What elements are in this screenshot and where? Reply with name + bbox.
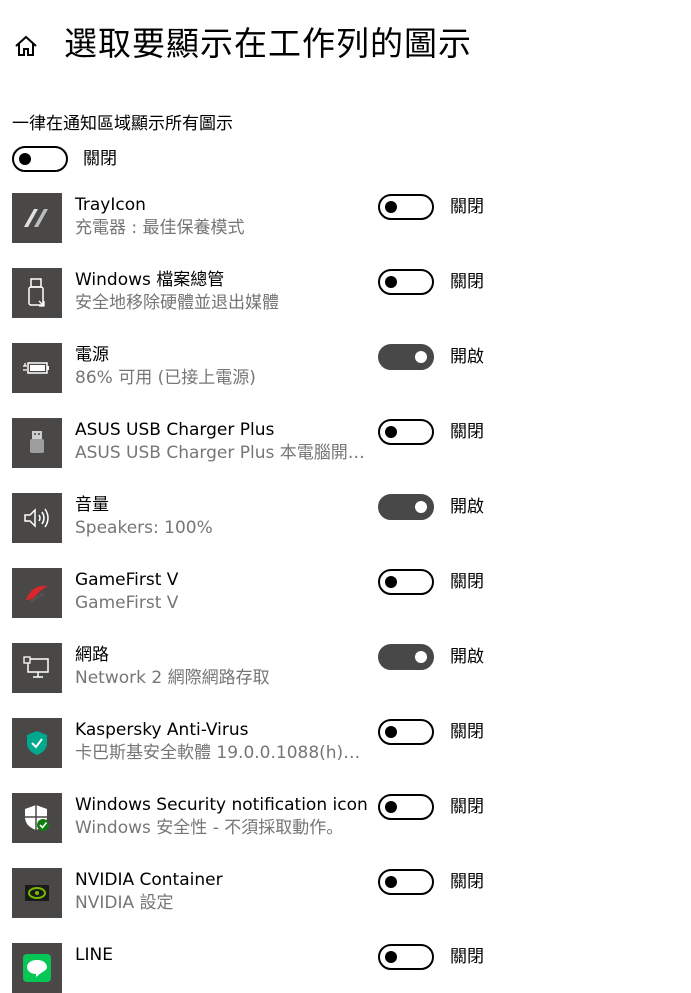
visibility-toggle[interactable] <box>378 644 434 670</box>
tray-icon-row: ASUS USB Charger Plus ASUS USB Charger Pl… <box>0 414 691 468</box>
toggle-state-label: 開啟 <box>450 647 484 667</box>
app-description: 充電器 : 最佳保養模式 <box>75 218 245 238</box>
toggle-knob <box>415 351 427 363</box>
visibility-toggle[interactable] <box>378 944 434 970</box>
app-description: GameFirst V <box>75 593 179 613</box>
toggle-state-label: 關閉 <box>450 872 484 892</box>
always-show-all-state: 關閉 <box>83 149 117 169</box>
tray-icon-row: TrayIcon 充電器 : 最佳保養模式 關閉 <box>0 189 691 243</box>
app-description: Windows 安全性 - 不須採取動作。 <box>75 818 344 838</box>
tray-icon-row: Windows Security notification icon Window… <box>0 789 691 843</box>
tray-icon-row: LINE 關閉 <box>0 939 691 993</box>
visibility-toggle[interactable] <box>378 494 434 520</box>
visibility-toggle[interactable] <box>378 194 434 220</box>
app-name: 音量 <box>75 495 109 515</box>
network-icon <box>12 643 62 693</box>
toggle-knob <box>385 726 397 738</box>
toggle-knob <box>385 951 397 963</box>
app-description: 卡巴斯基安全軟體 19.0.0.1088(h) 資... <box>75 743 365 763</box>
gamefirst-icon <box>12 568 62 618</box>
tray-icon-row: 網路 Network 2 網際網路存取 開啟 <box>0 639 691 693</box>
security-shield-icon <box>12 793 62 843</box>
app-name: LINE <box>75 945 113 965</box>
toggle-state-label: 關閉 <box>450 572 484 592</box>
toggle-state-label: 關閉 <box>450 722 484 742</box>
visibility-toggle[interactable] <box>378 344 434 370</box>
app-description: Network 2 網際網路存取 <box>75 668 270 688</box>
home-icon[interactable] <box>13 33 39 59</box>
app-description: ASUS USB Charger Plus 本電腦開關... <box>75 443 365 463</box>
speaker-icon <box>12 493 62 543</box>
toggle-state-label: 開啟 <box>450 497 484 517</box>
app-name: Kaspersky Anti-Virus <box>75 720 249 740</box>
toggle-knob <box>415 501 427 513</box>
app-description: 86% 可用 (已接上電源) <box>75 368 256 388</box>
tray-icon-row: Windows 檔案總管安全地移除硬體並退出媒體 關閉 <box>0 264 691 318</box>
app-name: TrayIcon <box>75 195 146 215</box>
app-name: ASUS USB Charger Plus <box>75 420 275 440</box>
toggle-knob <box>385 201 397 213</box>
toggle-knob <box>385 876 397 888</box>
tray-icon-row: GameFirst V GameFirst V 關閉 <box>0 564 691 618</box>
tray-icon-row: 電源 86% 可用 (已接上電源) 開啟 <box>0 339 691 393</box>
tray-icon-row: 音量 Speakers: 100% 開啟 <box>0 489 691 543</box>
toggle-knob <box>385 276 397 288</box>
toggle-knob <box>385 801 397 813</box>
visibility-toggle[interactable] <box>378 269 434 295</box>
app-name: Windows Security notification icon <box>75 795 368 815</box>
visibility-toggle[interactable] <box>378 869 434 895</box>
page-title: 選取要顯示在工作列的圖示 <box>64 24 472 63</box>
line-icon <box>12 943 62 993</box>
tray-icon-row: NVIDIA Container NVIDIA 設定 關閉 <box>0 864 691 918</box>
toggle-state-label: 關閉 <box>450 947 484 967</box>
toggle-knob <box>385 426 397 438</box>
kaspersky-icon <box>12 718 62 768</box>
toggle-state-label: 關閉 <box>450 422 484 442</box>
usb-drive-icon <box>12 268 62 318</box>
always-show-all-label: 一律在通知區域顯示所有圖示 <box>12 114 233 134</box>
toggle-knob <box>19 153 31 165</box>
nvidia-icon <box>12 868 62 918</box>
app-name: Windows 檔案總管 <box>75 270 225 290</box>
app-description: Speakers: 100% <box>75 518 213 538</box>
toggle-state-label: 開啟 <box>450 347 484 367</box>
battery-icon <box>12 343 62 393</box>
visibility-toggle[interactable] <box>378 569 434 595</box>
toggle-knob <box>385 576 397 588</box>
toggle-state-label: 關閉 <box>450 797 484 817</box>
app-name: 網路 <box>75 645 109 665</box>
visibility-toggle[interactable] <box>378 719 434 745</box>
visibility-toggle[interactable] <box>378 419 434 445</box>
page-header: 選取要顯示在工作列的圖示 <box>0 0 691 90</box>
asus-tray-icon <box>12 193 62 243</box>
toggle-knob <box>415 651 427 663</box>
toggle-state-label: 關閉 <box>450 197 484 217</box>
app-description: NVIDIA 設定 <box>75 893 174 913</box>
always-show-all-toggle[interactable] <box>12 146 68 172</box>
app-name: NVIDIA Container <box>75 870 223 890</box>
app-name: 電源 <box>75 345 109 365</box>
app-description: 安全地移除硬體並退出媒體 <box>75 293 279 313</box>
toggle-state-label: 關閉 <box>450 272 484 292</box>
usb-charger-icon <box>12 418 62 468</box>
visibility-toggle[interactable] <box>378 794 434 820</box>
app-name: GameFirst V <box>75 570 179 590</box>
tray-icon-row: Kaspersky Anti-Virus 卡巴斯基安全軟體 19.0.0.1088… <box>0 714 691 768</box>
